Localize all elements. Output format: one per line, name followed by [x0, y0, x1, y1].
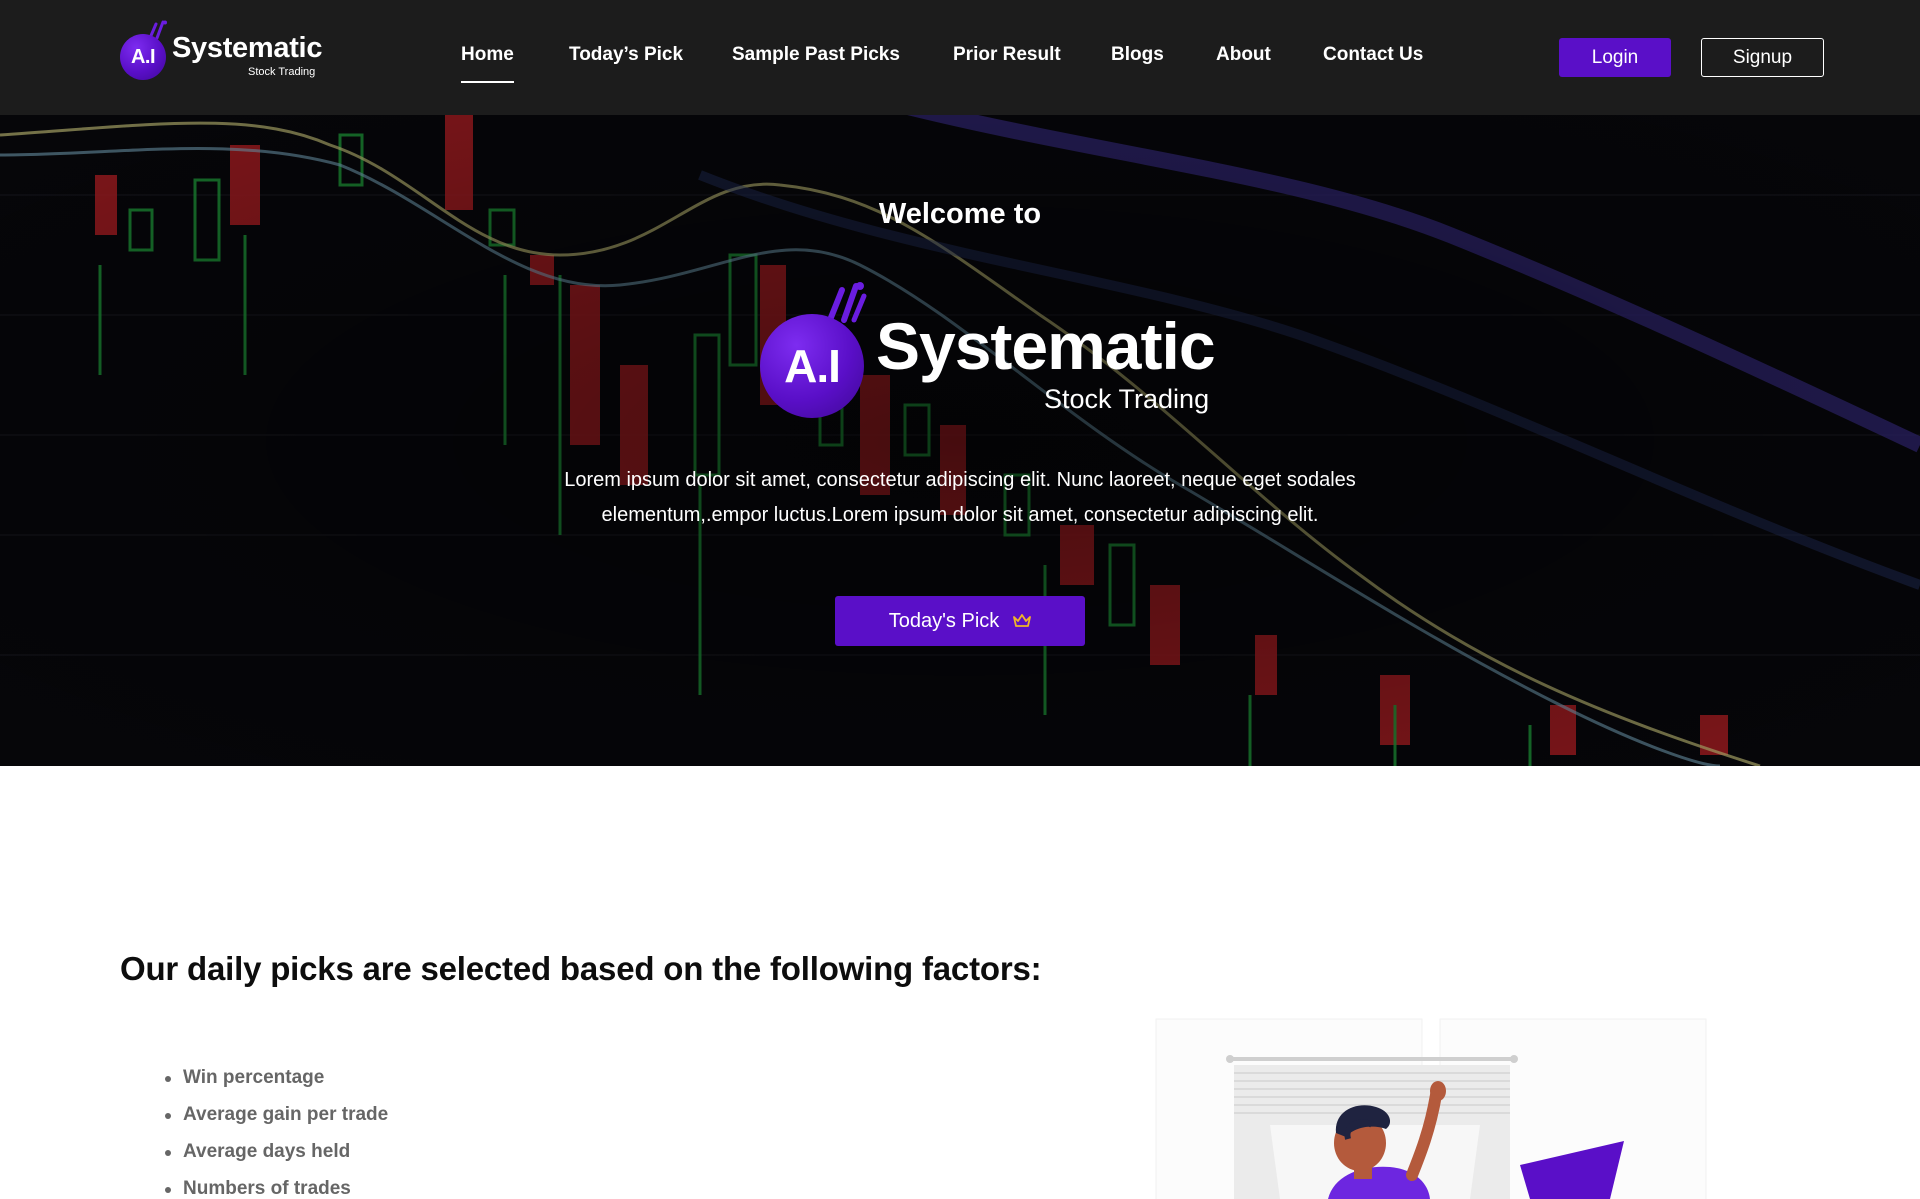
hero-section: Welcome to A.I Systematic Stock Trading …	[0, 115, 1920, 766]
hero-logo: A.I Systematic Stock Trading	[760, 280, 1220, 430]
hero-description: Lorem ipsum dolor sit amet, consectetur …	[564, 469, 1356, 526]
brand-name: Systematic	[172, 32, 323, 64]
trader-illustration-image	[1155, 1018, 1707, 1199]
list-item: Numbers of trades	[165, 1174, 388, 1199]
nav-blogs[interactable]: Blogs	[1111, 44, 1164, 66]
brand-badge: A.I	[120, 34, 166, 80]
factor-list: Win percentage Average gain per trade Av…	[165, 1063, 388, 1199]
nav-contact-us[interactable]: Contact Us	[1323, 44, 1423, 66]
nav-todays-pick[interactable]: Today’s Pick	[569, 44, 683, 66]
list-item: Average gain per trade	[165, 1100, 388, 1137]
nav-about[interactable]: About	[1216, 44, 1271, 66]
todays-pick-button[interactable]: Today's Pick	[835, 596, 1085, 646]
login-button[interactable]: Login	[1559, 38, 1671, 77]
list-item: Average days held	[165, 1137, 388, 1174]
hero-logo-badge: A.I	[760, 314, 864, 418]
top-navbar: A.I Systematic Stock Trading Home Today’…	[0, 0, 1920, 115]
signup-button[interactable]: Signup	[1701, 38, 1824, 77]
nav-prior-result[interactable]: Prior Result	[953, 44, 1061, 66]
nav-home[interactable]: Home	[461, 44, 514, 83]
hero-logo-name: Systematic	[876, 309, 1216, 383]
nav-sample-past-picks[interactable]: Sample Past Picks	[732, 44, 900, 66]
crown-icon	[1013, 614, 1032, 627]
list-item: Win percentage	[165, 1063, 388, 1100]
hero-welcome-heading: Welcome to	[878, 198, 1042, 230]
brand-tagline: Stock Trading	[248, 66, 316, 78]
todays-pick-button-label: Today's Pick	[888, 609, 1000, 632]
hero-logo-tagline: Stock Trading	[1044, 384, 1210, 414]
factors-heading: Our daily picks are selected based on th…	[120, 950, 1042, 987]
